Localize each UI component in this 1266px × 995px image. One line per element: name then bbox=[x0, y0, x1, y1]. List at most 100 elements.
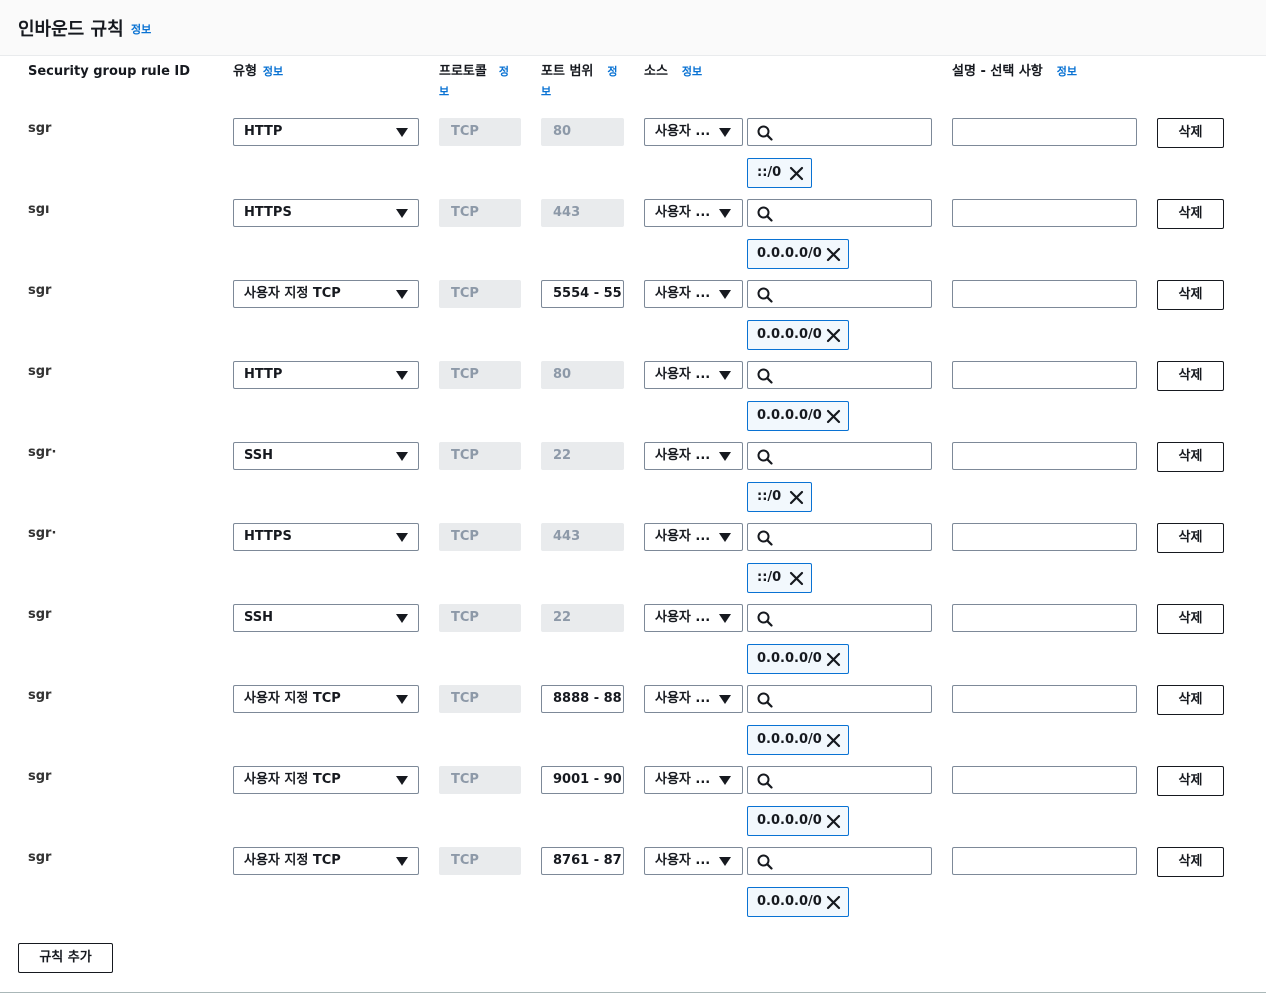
rule-id: sgr bbox=[28, 769, 52, 784]
delete-rule-button[interactable]: 삭제 bbox=[1157, 523, 1224, 553]
cidr-token-label: ::/0 bbox=[757, 570, 782, 585]
description-input[interactable] bbox=[952, 766, 1137, 794]
close-icon[interactable] bbox=[789, 571, 804, 586]
protocol-info-link-2[interactable]: 보 bbox=[439, 85, 449, 98]
type-select[interactable]: 사용자 지정 TCP bbox=[233, 280, 419, 308]
type-select[interactable]: 사용자 지정 TCP bbox=[233, 766, 419, 794]
type-select-value: 사용자 지정 TCP bbox=[244, 286, 341, 301]
source-select-value: 사용자 ... bbox=[655, 124, 711, 139]
type-select[interactable]: 사용자 지정 TCP bbox=[233, 685, 419, 713]
source-select[interactable]: 사용자 ... bbox=[644, 766, 743, 794]
source-search-input[interactable] bbox=[747, 685, 932, 713]
close-icon[interactable] bbox=[826, 328, 841, 343]
delete-rule-button[interactable]: 삭제 bbox=[1157, 604, 1224, 634]
description-info-link[interactable]: 정보 bbox=[1057, 65, 1077, 78]
cidr-token-label: 0.0.0.0/0 bbox=[757, 813, 822, 828]
close-icon[interactable] bbox=[826, 409, 841, 424]
description-input[interactable] bbox=[952, 442, 1137, 470]
close-icon[interactable] bbox=[789, 490, 804, 505]
description-input[interactable] bbox=[952, 604, 1137, 632]
search-icon bbox=[757, 206, 773, 222]
source-search-input[interactable] bbox=[747, 361, 932, 389]
delete-rule-button[interactable]: 삭제 bbox=[1157, 442, 1224, 472]
source-select[interactable]: 사용자 ... bbox=[644, 118, 743, 146]
delete-rule-button[interactable]: 삭제 bbox=[1157, 766, 1224, 796]
delete-rule-button[interactable]: 삭제 bbox=[1157, 118, 1224, 148]
source-search-input[interactable] bbox=[747, 118, 932, 146]
delete-rule-button[interactable]: 삭제 bbox=[1157, 685, 1224, 715]
delete-rule-button[interactable]: 삭제 bbox=[1157, 199, 1224, 229]
close-icon[interactable] bbox=[826, 733, 841, 748]
description-input[interactable] bbox=[952, 118, 1137, 146]
source-select[interactable]: 사용자 ... bbox=[644, 361, 743, 389]
source-select[interactable]: 사용자 ... bbox=[644, 199, 743, 227]
type-select[interactable]: HTTPS bbox=[233, 523, 419, 551]
caret-down-icon bbox=[396, 371, 408, 380]
cidr-token-label: 0.0.0.0/0 bbox=[757, 408, 822, 423]
col-header-rule-id: Security group rule ID bbox=[28, 64, 191, 79]
source-select-value: 사용자 ... bbox=[655, 529, 711, 544]
close-icon[interactable] bbox=[826, 247, 841, 262]
type-select[interactable]: HTTPS bbox=[233, 199, 419, 227]
delete-rule-button[interactable]: 삭제 bbox=[1157, 280, 1224, 310]
caret-down-icon bbox=[396, 128, 408, 137]
caret-down-icon bbox=[396, 209, 408, 218]
type-select[interactable]: HTTP bbox=[233, 118, 419, 146]
port-info-link[interactable]: 정 bbox=[607, 65, 617, 78]
source-search-input[interactable] bbox=[747, 442, 932, 470]
source-select-value: 사용자 ... bbox=[655, 367, 711, 382]
type-select-value: SSH bbox=[244, 610, 274, 625]
source-search-input[interactable] bbox=[747, 523, 932, 551]
close-icon[interactable] bbox=[789, 166, 804, 181]
delete-rule-button[interactable]: 삭제 bbox=[1157, 847, 1224, 877]
source-search-input[interactable] bbox=[747, 847, 932, 875]
search-icon bbox=[757, 692, 773, 708]
port-range-field[interactable]: 9001 - 90 bbox=[541, 766, 624, 794]
port-range-field: 80 bbox=[541, 361, 624, 389]
port-range-field: 80 bbox=[541, 118, 624, 146]
port-info-link-2[interactable]: 보 bbox=[541, 85, 551, 98]
type-select-value: HTTP bbox=[244, 124, 283, 139]
type-select[interactable]: 사용자 지정 TCP bbox=[233, 847, 419, 875]
protocol-info-link[interactable]: 정 bbox=[499, 65, 509, 78]
cidr-token: ::/0 bbox=[747, 158, 812, 188]
add-rule-button[interactable]: 규칙 추가 bbox=[18, 943, 113, 973]
close-icon[interactable] bbox=[826, 652, 841, 667]
source-info-link[interactable]: 정보 bbox=[682, 65, 702, 78]
caret-down-icon bbox=[396, 533, 408, 542]
col-header-type: 유형 정보 bbox=[233, 64, 284, 79]
source-search-input[interactable] bbox=[747, 604, 932, 632]
source-search-input[interactable] bbox=[747, 280, 932, 308]
close-icon[interactable] bbox=[826, 814, 841, 829]
type-select-value: 사용자 지정 TCP bbox=[244, 772, 341, 787]
type-select[interactable]: SSH bbox=[233, 442, 419, 470]
protocol-field: TCP bbox=[439, 604, 521, 632]
description-input[interactable] bbox=[952, 199, 1137, 227]
close-icon[interactable] bbox=[826, 895, 841, 910]
type-info-link[interactable]: 정보 bbox=[263, 65, 283, 78]
description-input[interactable] bbox=[952, 280, 1137, 308]
source-search-input[interactable] bbox=[747, 199, 932, 227]
description-input[interactable] bbox=[952, 685, 1137, 713]
description-input[interactable] bbox=[952, 523, 1137, 551]
delete-rule-button[interactable]: 삭제 bbox=[1157, 361, 1224, 391]
source-select[interactable]: 사용자 ... bbox=[644, 604, 743, 632]
protocol-field: TCP bbox=[439, 361, 521, 389]
port-range-field[interactable]: 8888 - 88 bbox=[541, 685, 624, 713]
source-select[interactable]: 사용자 ... bbox=[644, 685, 743, 713]
source-select[interactable]: 사용자 ... bbox=[644, 847, 743, 875]
search-icon bbox=[757, 449, 773, 465]
source-select[interactable]: 사용자 ... bbox=[644, 280, 743, 308]
type-select[interactable]: HTTP bbox=[233, 361, 419, 389]
protocol-field: TCP bbox=[439, 199, 521, 227]
caret-down-icon bbox=[719, 128, 731, 137]
description-input[interactable] bbox=[952, 847, 1137, 875]
source-select[interactable]: 사용자 ... bbox=[644, 442, 743, 470]
description-input[interactable] bbox=[952, 361, 1137, 389]
source-search-input[interactable] bbox=[747, 766, 932, 794]
port-range-field[interactable]: 5554 - 55 bbox=[541, 280, 624, 308]
title-info-link[interactable]: 정보 bbox=[131, 21, 151, 37]
port-range-field[interactable]: 8761 - 87 bbox=[541, 847, 624, 875]
source-select[interactable]: 사용자 ... bbox=[644, 523, 743, 551]
type-select[interactable]: SSH bbox=[233, 604, 419, 632]
